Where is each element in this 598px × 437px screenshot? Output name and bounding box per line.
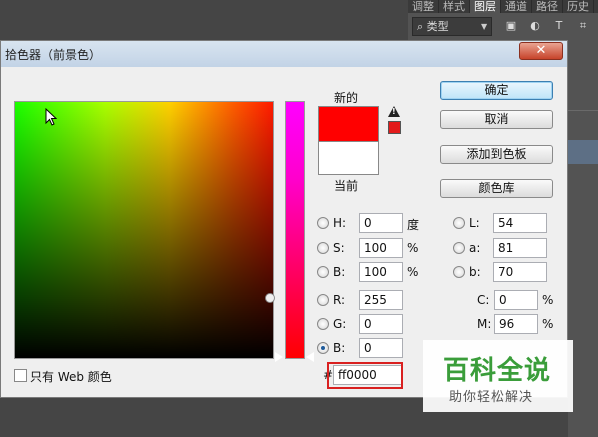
l-label: L:: [469, 216, 480, 230]
h-input[interactable]: 0: [359, 213, 403, 233]
a-label: a:: [469, 241, 481, 255]
rgb-r-row: R: 255: [317, 290, 407, 310]
s-radio[interactable]: [317, 242, 329, 254]
m-input[interactable]: 96: [494, 314, 538, 334]
brightness-label: B:: [333, 265, 346, 279]
cmyk-m-row: M: 96 %: [477, 314, 557, 334]
blue-label: B:: [333, 341, 346, 355]
watermark: 百科全说 助你轻松解决: [423, 340, 573, 412]
close-button[interactable]: ✕: [519, 42, 563, 60]
kind-filter-label: 类型: [426, 20, 449, 33]
new-color-label: 新的: [334, 91, 359, 105]
tab-history[interactable]: 历史: [563, 0, 594, 13]
g-radio[interactable]: [317, 318, 329, 330]
l-input[interactable]: 54: [493, 213, 547, 233]
tab-channels[interactable]: 通道: [501, 0, 532, 13]
tab-layers[interactable]: 图层: [470, 0, 501, 13]
current-color-label: 当前: [334, 179, 359, 193]
dialog-title: 拾色器（前景色）: [5, 48, 102, 62]
g-label: G:: [333, 317, 347, 331]
tab-paths[interactable]: 路径: [532, 0, 563, 13]
cmyk-c-row: C: 0 %: [477, 290, 557, 310]
adjustment-filter-icon[interactable]: ◐: [528, 19, 542, 33]
a-input[interactable]: 81: [493, 238, 547, 258]
h-radio[interactable]: [317, 217, 329, 229]
hsb-b-row: B: 100 %: [317, 262, 427, 282]
out-of-gamut-warning-icon[interactable]: [388, 106, 400, 117]
hsb-s-row: S: 100 %: [317, 238, 427, 258]
blue-radio[interactable]: [317, 342, 329, 354]
current-color-swatch[interactable]: [318, 141, 379, 175]
g-input[interactable]: 0: [359, 314, 403, 334]
layers-toolbar: ⌕ 类型 ▼ ▣ ◐ T ⌗: [408, 13, 598, 40]
tab-adjustments[interactable]: 调整: [408, 0, 439, 13]
color-field-selector[interactable]: [265, 293, 275, 303]
s-unit: %: [407, 241, 419, 255]
divider: [568, 110, 598, 111]
lab-l-row: L: 54: [453, 213, 553, 233]
image-filter-icon[interactable]: ▣: [504, 19, 518, 33]
lab-a-row: a: 81: [453, 238, 553, 258]
rgb-g-row: G: 0: [317, 314, 407, 334]
panel-tabs: 调整 样式 图层 通道 路径 历史: [408, 0, 598, 13]
cancel-button[interactable]: 取消: [440, 110, 553, 129]
color-field[interactable]: [14, 101, 274, 359]
kind-filter-select[interactable]: ⌕ 类型 ▼: [412, 17, 492, 36]
new-color-swatch: [318, 106, 379, 141]
dialog-titlebar: 拾色器（前景色） ✕: [1, 41, 567, 67]
watermark-subtitle: 助你轻松解决: [449, 390, 534, 405]
s-input[interactable]: 100: [359, 238, 403, 258]
blue-input[interactable]: 0: [359, 338, 403, 358]
brightness-input[interactable]: 100: [359, 262, 403, 282]
tab-styles[interactable]: 样式: [439, 0, 470, 13]
shape-filter-icon[interactable]: ⌗: [576, 19, 590, 33]
mouse-pointer-icon: [45, 108, 57, 126]
r-input[interactable]: 255: [359, 290, 403, 310]
h-label: H:: [333, 216, 347, 230]
a-radio[interactable]: [453, 242, 465, 254]
brightness-radio[interactable]: [317, 266, 329, 278]
ok-button[interactable]: 确定: [440, 81, 553, 100]
r-radio[interactable]: [317, 294, 329, 306]
brightness-unit: %: [407, 265, 419, 279]
m-unit: %: [542, 317, 554, 331]
web-colors-only-checkbox[interactable]: [14, 369, 27, 382]
h-unit: 度: [407, 218, 420, 232]
s-label: S:: [333, 241, 345, 255]
c-unit: %: [542, 293, 554, 307]
color-libraries-button[interactable]: 颜色库: [440, 179, 553, 198]
add-to-swatches-button[interactable]: 添加到色板: [440, 145, 553, 164]
hsb-h-row: H: 0 度: [317, 213, 427, 233]
lab-b-label: b:: [469, 265, 481, 279]
search-icon: ⌕: [417, 20, 424, 33]
lab-b-radio[interactable]: [453, 266, 465, 278]
gamut-correction-swatch[interactable]: [388, 121, 401, 134]
lab-b-row: b: 70: [453, 262, 553, 282]
watermark-title: 百科全说: [443, 356, 552, 386]
hue-slider-left-arrow[interactable]: [275, 352, 283, 362]
m-label: M:: [477, 317, 492, 331]
l-radio[interactable]: [453, 217, 465, 229]
hex-highlight-box: [327, 362, 403, 389]
c-label: C:: [477, 293, 490, 307]
r-label: R:: [333, 293, 346, 307]
chevron-down-icon: ▼: [481, 22, 488, 31]
selected-layer-row[interactable]: [568, 140, 598, 164]
c-input[interactable]: 0: [494, 290, 538, 310]
rgb-b-row: B: 0: [317, 338, 407, 358]
type-filter-icon[interactable]: T: [552, 19, 566, 33]
hue-slider-right-arrow[interactable]: [306, 352, 314, 362]
lab-b-input[interactable]: 70: [493, 262, 547, 282]
hue-slider[interactable]: [285, 101, 305, 359]
web-colors-only-label: 只有 Web 颜色: [30, 370, 112, 384]
